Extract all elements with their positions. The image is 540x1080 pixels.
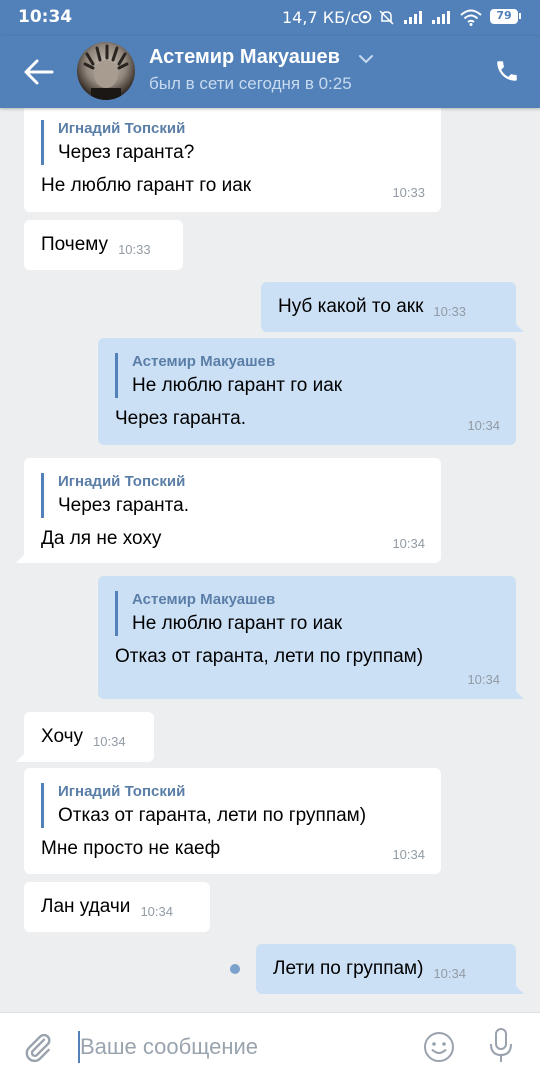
composer-bar bbox=[0, 1012, 540, 1080]
message-text: Мне просто не каеф bbox=[41, 838, 221, 859]
bubble-tail bbox=[510, 318, 524, 332]
reply-quote[interactable]: Игнадий Топский Через гаранта. bbox=[41, 473, 421, 518]
message-incoming[interactable]: Игнадий Топский Через гаранта? Не люблю … bbox=[24, 108, 441, 212]
message-time: 10:33 bbox=[433, 304, 466, 319]
avatar-photo bbox=[83, 44, 129, 100]
message-text: Через гаранта. bbox=[115, 408, 246, 429]
reply-quote[interactable]: Астемир Макуашев Не люблю гарант го иак bbox=[115, 591, 500, 636]
message-incoming[interactable]: Игнадий Топский Через гаранта. Да ля не … bbox=[16, 458, 441, 563]
message-text: Отказ от гаранта, лети по группам) bbox=[115, 646, 424, 667]
message-time: 10:33 bbox=[118, 242, 151, 257]
unread-indicator bbox=[230, 964, 240, 974]
message-incoming[interactable]: Лан удачи 10:34 bbox=[24, 882, 210, 932]
message-time: 10:34 bbox=[392, 536, 425, 551]
reply-author: Игнадий Топский bbox=[58, 783, 186, 800]
arrow-left-icon[interactable] bbox=[22, 56, 56, 88]
status-bar: 10:34 14,7 КБ/с 79 bbox=[0, 0, 540, 36]
last-seen-status: был в сети сегодня в 0:25 bbox=[149, 74, 352, 93]
battery-icon: 79 bbox=[490, 9, 521, 24]
mute-bell-icon bbox=[379, 10, 394, 25]
message-incoming[interactable]: Игнадий Топский Отказ от гаранта, лети п… bbox=[24, 768, 441, 874]
message-outgoing[interactable]: Астемир Макуашев Не люблю гарант го иак … bbox=[98, 576, 524, 699]
wifi-icon bbox=[460, 9, 482, 26]
paperclip-icon[interactable] bbox=[22, 1030, 54, 1064]
message-incoming[interactable]: Хочу 10:34 bbox=[16, 712, 154, 762]
message-time: 10:33 bbox=[392, 185, 425, 200]
message-text: Хочу bbox=[41, 726, 84, 747]
reply-quote[interactable]: Астемир Макуашев Не люблю гарант го иак bbox=[115, 353, 496, 398]
reply-text: Не люблю гарант го иак bbox=[132, 613, 343, 634]
sync-icon bbox=[358, 10, 372, 24]
bubble-tail bbox=[510, 980, 524, 994]
message-text: Не люблю гарант го иак bbox=[41, 175, 252, 196]
phone-icon[interactable] bbox=[494, 58, 520, 84]
message-list[interactable]: Игнадий Топский Через гаранта? Не люблю … bbox=[0, 108, 540, 1012]
bubble-tail bbox=[16, 549, 30, 563]
reply-quote[interactable]: Игнадий Топский Через гаранта? bbox=[41, 120, 421, 165]
reply-author: Астемир Макуашев bbox=[132, 591, 276, 608]
signal-icon-2 bbox=[432, 11, 450, 24]
message-outgoing[interactable]: Лети по группам) 10:34 bbox=[256, 944, 524, 994]
bubble-tail bbox=[16, 748, 30, 762]
message-incoming[interactable]: Почему 10:33 bbox=[24, 220, 183, 270]
mic-icon[interactable] bbox=[488, 1027, 514, 1065]
smile-icon[interactable] bbox=[422, 1030, 456, 1064]
reply-text: Не люблю гарант го иак bbox=[132, 375, 343, 396]
reply-text: Через гаранта? bbox=[58, 142, 195, 163]
avatar[interactable] bbox=[77, 42, 135, 100]
message-time: 10:34 bbox=[392, 847, 425, 862]
bubble-tail bbox=[510, 685, 524, 699]
network-speed: 14,7 КБ/с bbox=[282, 8, 360, 27]
message-time: 10:34 bbox=[433, 966, 466, 981]
reply-quote[interactable]: Игнадий Топский Отказ от гаранта, лети п… bbox=[41, 783, 421, 828]
message-text: Почему bbox=[41, 234, 109, 255]
clock: 10:34 bbox=[18, 7, 73, 27]
reply-text: Через гаранта. bbox=[58, 495, 189, 516]
message-time: 10:34 bbox=[467, 672, 500, 687]
reply-text: Отказ от гаранта, лети по группам) bbox=[58, 805, 367, 826]
signal-icon bbox=[404, 11, 422, 24]
message-time: 10:34 bbox=[93, 734, 126, 749]
reply-author: Игнадий Топский bbox=[58, 473, 186, 490]
message-text: Нуб какой то акк bbox=[278, 296, 424, 317]
message-time: 10:34 bbox=[467, 418, 500, 433]
reply-author: Игнадий Топский bbox=[58, 120, 186, 137]
message-outgoing[interactable]: Астемир Макуашев Не люблю гарант го иак … bbox=[98, 338, 516, 445]
message-time: 10:34 bbox=[140, 904, 173, 919]
chat-header: Астемир Макуашев был в сети сегодня в 0:… bbox=[0, 36, 540, 108]
message-text: Да ля не хоху bbox=[41, 528, 162, 549]
message-text: Лети по группам) bbox=[273, 958, 424, 979]
message-input[interactable] bbox=[80, 1029, 400, 1065]
message-outgoing[interactable]: Нуб какой то акк 10:33 bbox=[261, 282, 524, 332]
message-text: Лан удачи bbox=[41, 896, 131, 917]
reply-author: Астемир Макуашев bbox=[132, 353, 276, 370]
contact-name[interactable]: Астемир Макуашев bbox=[149, 46, 340, 69]
chevron-down-icon[interactable] bbox=[358, 54, 374, 64]
